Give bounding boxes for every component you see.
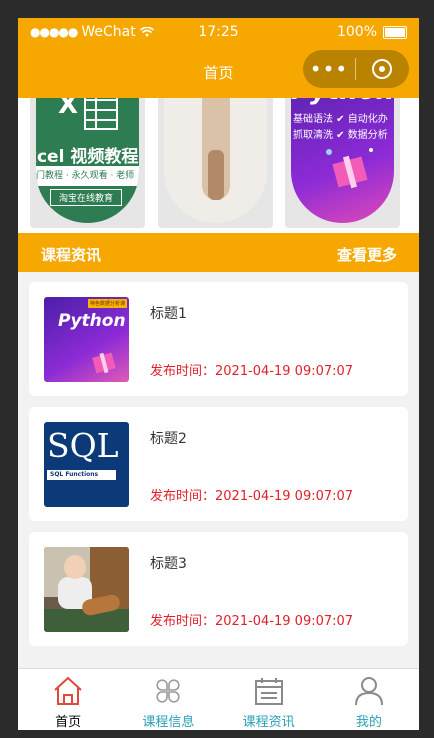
mini-program-capsule: ••• [303, 50, 409, 88]
news-list: 特色数据分析课 Python 标题1 发布时间：2021-04-19 09:07… [18, 272, 419, 646]
close-mini-program-button[interactable] [356, 59, 408, 79]
news-section-header: 课程资讯 查看更多 [18, 233, 419, 272]
tab-home-label: 首页 [55, 715, 82, 730]
news-title: 标题1 [150, 306, 187, 322]
more-menu-button[interactable]: ••• [303, 50, 355, 88]
sql-course-thumbnail: SQL SQL Functions [44, 422, 129, 507]
excel-shop-label: 淘宝在线教育 [50, 189, 123, 206]
status-bar: ●●●●● WeChat 17:25 100% [18, 18, 419, 46]
banner-card-python[interactable]: Python 基础语法 ✔ 自动化办 抓取清洗 ✔ 数据分析 [285, 98, 400, 228]
news-title: 标题2 [150, 431, 187, 447]
tab-mine-label: 我的 [355, 715, 382, 730]
tab-course-info[interactable]: 课程信息 [118, 669, 218, 730]
view-more-link[interactable]: 查看更多 [337, 244, 397, 265]
news-title: 标题3 [150, 556, 187, 572]
excel-course-image: X xcel 视频教程 门教程 · 永久观看 · 老师 淘宝在线教育 [36, 98, 139, 223]
gift-box-graphic [92, 352, 116, 374]
phone-screen: ●●●●● WeChat 17:25 100% 首页 ••• X xcel 视频… [18, 18, 419, 730]
user-icon [354, 677, 383, 706]
yoga-figure-legs [208, 150, 224, 200]
python-banner-feature-1: 基础语法 ✔ 自动化办 [293, 114, 388, 125]
news-publish-time: 发布时间：2021-04-19 09:07:07 [150, 364, 354, 379]
tab-course-info-label: 课程信息 [142, 715, 195, 730]
python-banner-title: Python [291, 98, 394, 106]
yoga-image [164, 98, 267, 223]
banner-card-excel[interactable]: X xcel 视频教程 门教程 · 永久观看 · 老师 淘宝在线教育 [30, 98, 145, 228]
thumbnail-title: Python [58, 311, 126, 331]
news-publish-time: 发布时间：2021-04-19 09:07:07 [150, 614, 354, 629]
tab-course-news[interactable]: 课程资讯 [219, 669, 319, 730]
calendar-icon [254, 678, 283, 705]
target-icon [372, 59, 392, 79]
excel-course-subtitle: 门教程 · 永久观看 · 老师 [36, 166, 139, 186]
gift-box-graphic [326, 148, 373, 189]
banner-card-yoga[interactable] [158, 98, 273, 228]
baby-guitar-thumbnail [44, 547, 129, 632]
photo-baby-head [64, 555, 86, 579]
battery-icon [383, 25, 407, 39]
excel-logo-icon: X [58, 98, 79, 120]
python-banner-feature-2: 抓取清洗 ✔ 数据分析 [293, 130, 388, 141]
battery-percent: 100% [336, 24, 377, 40]
news-item[interactable]: 特色数据分析课 Python 标题1 发布时间：2021-04-19 09:07… [29, 282, 408, 396]
excel-course-title: xcel 视频教程 [36, 147, 139, 167]
tab-home[interactable]: 首页 [18, 669, 118, 730]
clover-icon [156, 679, 181, 703]
thumbnail-tag: 特色数据分析课 [87, 299, 127, 308]
news-publish-time: 发布时间：2021-04-19 09:07:07 [150, 489, 354, 504]
section-title: 课程资讯 [41, 246, 102, 264]
tab-mine[interactable]: 我的 [319, 669, 419, 730]
navigation-bar: 首页 ••• [18, 46, 419, 98]
news-item[interactable]: SQL SQL Functions 标题2 发布时间：2021-04-19 09… [29, 407, 408, 521]
course-carousel[interactable]: X xcel 视频教程 门教程 · 永久观看 · 老师 淘宝在线教育 Pytho… [18, 98, 419, 233]
thumbnail-subtitle: SQL Functions [47, 470, 116, 480]
home-icon [54, 676, 82, 705]
bottom-tab-bar: 首页 课程信息 课程资讯 我的 [18, 668, 419, 730]
thumbnail-title: SQL [47, 426, 119, 465]
sheet-grid-icon [84, 98, 118, 130]
python-course-thumbnail: 特色数据分析课 Python [44, 297, 129, 382]
python-course-image: Python 基础语法 ✔ 自动化办 抓取清洗 ✔ 数据分析 [291, 98, 394, 223]
tab-course-news-label: 课程资讯 [242, 715, 295, 730]
news-item[interactable]: 标题3 发布时间：2021-04-19 09:07:07 [29, 532, 408, 646]
